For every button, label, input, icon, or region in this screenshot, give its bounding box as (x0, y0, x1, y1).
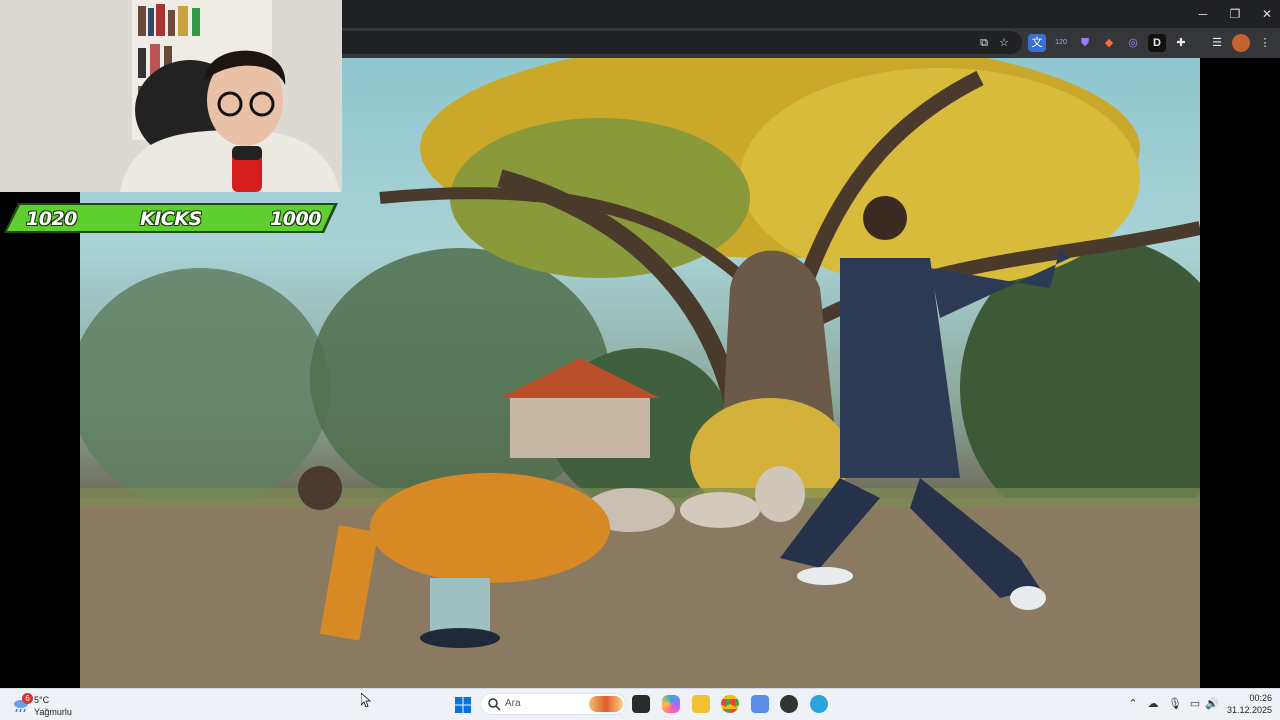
banner-title: KICKS (140, 208, 202, 230)
weather-widget[interactable]: 6 5°C Yağmurlu (10, 693, 100, 719)
folder-icon[interactable] (692, 695, 710, 713)
weather-description: Yağmurlu (34, 707, 72, 717)
cast-icon[interactable]: ⧉ (975, 34, 993, 52)
monk-shoe (420, 628, 500, 648)
webcam-scene (0, 0, 342, 192)
puzzle-extensions-icon[interactable]: ✚ (1172, 34, 1190, 52)
media-app-icon[interactable] (780, 695, 798, 713)
network-cloud-icon[interactable]: ☁ (1146, 697, 1160, 711)
clock-time: 00:26 (1249, 693, 1272, 703)
clock-date: 31.12.2025 (1226, 705, 1272, 715)
taskbar-search[interactable]: Ara (480, 693, 626, 715)
weather-temperature: 5°C (34, 695, 50, 705)
white-shoe (1010, 586, 1046, 610)
address-bar[interactable] (342, 31, 1022, 54)
profile-avatar-icon[interactable] (1232, 34, 1250, 52)
white-shoe (797, 567, 853, 585)
letterbox-right (1200, 58, 1280, 688)
rock (755, 466, 805, 522)
search-highlight-icon (589, 696, 623, 712)
mouse-cursor-icon (361, 693, 371, 707)
taskbar-clock[interactable]: 00:26 31.12.2025 (1220, 692, 1272, 716)
monk-head (298, 466, 342, 510)
chrome-icon[interactable] (721, 695, 739, 713)
translate-icon[interactable]: 文 (1028, 34, 1046, 52)
right-score: 1000 (270, 208, 321, 230)
rock (680, 492, 760, 528)
windows-start-icon[interactable] (455, 697, 471, 713)
minimize-button[interactable]: ─ (1186, 0, 1220, 28)
letterbox-left (0, 192, 80, 688)
orange-robed-monk (370, 473, 610, 583)
kick-counter-banner: 1020 KICKS 1000 (4, 203, 338, 233)
reading-list-icon[interactable]: ☰ (1208, 34, 1226, 52)
fox-extension-icon[interactable]: ◆ (1100, 34, 1118, 52)
bookmark-star-icon[interactable]: ☆ (995, 34, 1013, 52)
extension-badge-icon[interactable]: 120 (1052, 34, 1070, 52)
swirl-extension-icon[interactable]: ◎ (1124, 34, 1142, 52)
display-icon[interactable]: ▭ (1188, 697, 1202, 711)
telegram-icon[interactable] (810, 695, 828, 713)
more-menu-icon[interactable]: ⋮ (1256, 34, 1274, 52)
shield-extension-icon[interactable]: ⛊ (1076, 34, 1094, 52)
search-icon (488, 698, 501, 711)
copilot-icon[interactable] (662, 695, 680, 713)
maximize-button[interactable]: ❐ (1218, 0, 1252, 28)
temple-wall (510, 398, 650, 458)
tray-overflow-icon[interactable]: ⌃ (1126, 697, 1140, 711)
background-tree (80, 268, 330, 508)
search-placeholder: Ara (505, 698, 521, 709)
volume-icon[interactable]: 🔊 (1205, 697, 1219, 711)
navy-clad-man-head (863, 196, 907, 240)
screen: ─ ❐ ✕ ⧉ ☆ 文 120 ⛊ ◆ ◎ D ✚ ☰ ⋮ 1020 KICKS… (0, 0, 1280, 720)
snipping-tool-icon[interactable] (751, 695, 769, 713)
left-score: 1020 (26, 208, 77, 230)
close-button[interactable]: ✕ (1250, 0, 1280, 28)
d-extension-icon[interactable]: D (1148, 34, 1166, 52)
streamer-webcam (0, 0, 342, 192)
browser-titlebar (342, 0, 1280, 28)
microphone-icon[interactable]: 🎙 (1168, 697, 1182, 711)
weather-alert-badge: 6 (22, 693, 33, 704)
file-explorer-icon[interactable] (632, 695, 650, 713)
